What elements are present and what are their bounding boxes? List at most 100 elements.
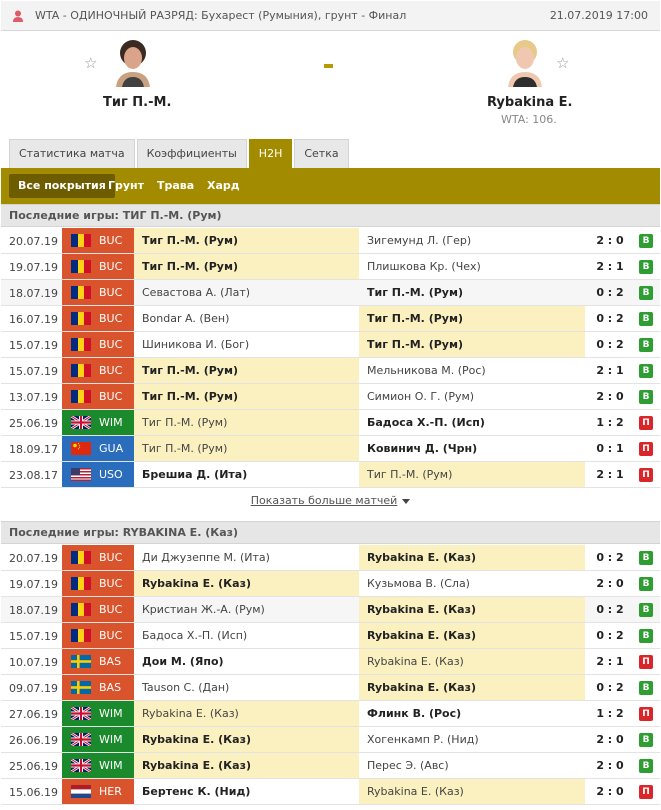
match-score: 2 : 0: [596, 733, 624, 746]
match-row[interactable]: 19.07.19 BUC Rybakina E. (Каз) Кузьмова …: [1, 571, 660, 597]
match-date: 19.07.19: [9, 261, 58, 274]
home-player: Rybakina E. (Каз): [134, 727, 359, 752]
tournament-badge[interactable]: BUC: [62, 280, 134, 305]
show-more-matches-link[interactable]: Показать больше матчей: [1, 805, 660, 810]
show-more-matches-link[interactable]: Показать больше матчей: [1, 488, 660, 514]
result-badge: В: [639, 759, 653, 773]
home-player: Брешиа Д. (Ита): [142, 468, 248, 481]
result-badge: П: [639, 442, 653, 456]
match-row[interactable]: 09.07.19 BAS Tauson C. (Дан) Rybakina E.…: [1, 675, 660, 701]
tournament-badge[interactable]: BUC: [62, 545, 134, 570]
match-score: 2 : 0: [596, 759, 624, 772]
surface-filter: Все покрытия Грунт Трава Хард: [1, 168, 660, 204]
match-date: 26.06.19: [9, 734, 58, 747]
tab-draw[interactable]: Сетка: [294, 139, 349, 168]
away-player: Rybakina E. (Каз): [359, 597, 585, 622]
tournament-badge[interactable]: BUC: [62, 623, 134, 648]
match-row[interactable]: 20.07.19 BUC Тиг П.-М. (Рум) Зигемунд Л.…: [1, 228, 660, 254]
match-score: 2 : 0: [596, 234, 624, 247]
match-date: 16.07.19: [9, 313, 58, 326]
favorite-star-icon[interactable]: ☆: [84, 56, 97, 71]
away-player: Перес Э. (Авс): [367, 759, 449, 772]
match-row[interactable]: 19.07.19 BUC Тиг П.-М. (Рум) Плишкова Кр…: [1, 254, 660, 280]
match-row[interactable]: 23.08.17 USO Брешиа Д. (Ита) Тиг П.-М. (…: [1, 462, 660, 488]
match-row[interactable]: 18.07.19 BUC Севастова А. (Лат) Тиг П.-М…: [1, 280, 660, 306]
tournament-code: WIM: [99, 416, 123, 429]
home-player: Бертенс К. (Нид): [142, 785, 251, 798]
tournament-badge[interactable]: BUC: [62, 597, 134, 622]
tournament-badge[interactable]: BUC: [62, 228, 134, 253]
match-date: 10.07.19: [9, 656, 58, 669]
tab-statistics[interactable]: Статистика матча: [9, 139, 135, 168]
tournament-badge[interactable]: WIM: [62, 727, 134, 752]
match-row[interactable]: 13.07.19 BUC Тиг П.-М. (Рум) Симион О. Г…: [1, 384, 660, 410]
player-away-name[interactable]: Rybakina E.: [487, 95, 572, 110]
ro-flag-icon: [71, 312, 91, 325]
result-badge: П: [639, 655, 653, 669]
tournament-code: GUA: [99, 442, 124, 455]
away-player: Зигемунд Л. (Гер): [367, 234, 472, 247]
player-home-avatar[interactable]: [114, 39, 152, 87]
filter-clay[interactable]: Грунт: [99, 174, 153, 198]
tournament-badge[interactable]: BAS: [62, 675, 134, 700]
match-row[interactable]: 25.06.19 WIM Rybakina E. (Каз) Перес Э. …: [1, 753, 660, 779]
home-player: Бадоса Х.-П. (Исп): [142, 629, 248, 642]
match-date: 15.07.19: [9, 339, 58, 352]
match-row[interactable]: 10.07.19 BAS Дои М. (Япо) Rybakina E. (К…: [1, 649, 660, 675]
home-player: Тиг П.-М. (Рум): [134, 384, 359, 409]
match-score: 0 : 2: [596, 286, 624, 299]
tab-odds[interactable]: Коэффициенты: [136, 139, 247, 168]
filter-hard[interactable]: Хард: [198, 174, 249, 198]
result-badge: П: [639, 785, 653, 799]
away-player: Тиг П.-М. (Рум): [367, 286, 463, 299]
tournament-badge[interactable]: BUC: [62, 306, 134, 331]
match-row[interactable]: 18.07.19 BUC Кристиан Ж.-А. (Рум) Rybaki…: [1, 597, 660, 623]
match-row[interactable]: 27.06.19 WIM Rybakina E. (Каз) Флинк В. …: [1, 701, 660, 727]
tournament-badge[interactable]: BUC: [62, 254, 134, 279]
tournament-badge[interactable]: HER: [62, 779, 134, 804]
match-row[interactable]: 26.06.19 WIM Rybakina E. (Каз) Хогенкамп…: [1, 727, 660, 753]
match-row[interactable]: 15.07.19 BUC Бадоса Х.-П. (Исп) Rybakina…: [1, 623, 660, 649]
tournament-badge[interactable]: WIM: [62, 753, 134, 778]
filter-grass[interactable]: Трава: [148, 174, 203, 198]
player-home-name[interactable]: Тиг П.-М.: [103, 95, 171, 110]
match-row[interactable]: 18.09.17 GUA Тиг П.-М. (Рум) Ковинич Д. …: [1, 436, 660, 462]
match-score: 2 : 0: [596, 390, 624, 403]
favorite-star-icon[interactable]: ☆: [556, 56, 569, 71]
tournament-code: WIM: [99, 759, 123, 772]
match-row[interactable]: 15.06.19 HER Бертенс К. (Нид) Rybakina E…: [1, 779, 660, 805]
match-date: 15.07.19: [9, 630, 58, 643]
tournament-badge[interactable]: USO: [62, 462, 134, 487]
gb-flag-icon: [71, 707, 91, 720]
caret-down-icon: [402, 498, 411, 504]
match-date: 15.06.19: [9, 786, 58, 799]
tournament-badge[interactable]: BUC: [62, 358, 134, 383]
home-player: Тиг П.-М. (Рум): [134, 254, 359, 279]
tournament-badge[interactable]: BUC: [62, 571, 134, 596]
match-row[interactable]: 15.07.19 BUC Шиникова И. (Бог) Тиг П.-М.…: [1, 332, 660, 358]
tournament-badge[interactable]: BUC: [62, 332, 134, 357]
section-header: Последние игры: RYBAKINA E. (Каз): [1, 521, 660, 544]
match-row[interactable]: 20.07.19 BUC Ди Джузеппе М. (Ита) Rybaki…: [1, 545, 660, 571]
tab-h2h[interactable]: H2H: [248, 139, 293, 168]
match-row[interactable]: 15.07.19 BUC Тиг П.-М. (Рум) Мельникова …: [1, 358, 660, 384]
match-row[interactable]: 25.06.19 WIM Тиг П.-М. (Рум) Бадоса Х.-П…: [1, 410, 660, 436]
player-away-avatar[interactable]: [506, 39, 544, 87]
tournament-badge[interactable]: WIM: [62, 701, 134, 726]
result-badge: В: [639, 260, 653, 274]
tournament-badge[interactable]: GUA: [62, 436, 134, 461]
ro-flag-icon: [71, 338, 91, 351]
tournament-code: BUC: [99, 260, 123, 273]
score-separator: [324, 64, 333, 68]
tournament-badge[interactable]: BUC: [62, 384, 134, 409]
ro-flag-icon: [71, 286, 91, 299]
tournament-badge[interactable]: BAS: [62, 649, 134, 674]
home-player: Тиг П.-М. (Рум): [134, 436, 359, 461]
tournament-badge[interactable]: WIM: [62, 410, 134, 435]
ro-flag-icon: [71, 260, 91, 273]
match-row[interactable]: 16.07.19 BUC Bondar A. (Вен) Тиг П.-М. (…: [1, 306, 660, 332]
section-header: Последние игры: ТИГ П.-М. (Рум): [1, 204, 660, 227]
gb-flag-icon: [71, 733, 91, 746]
away-player: Rybakina E. (Каз): [359, 545, 585, 570]
away-player: Флинк В. (Рос): [367, 707, 462, 720]
